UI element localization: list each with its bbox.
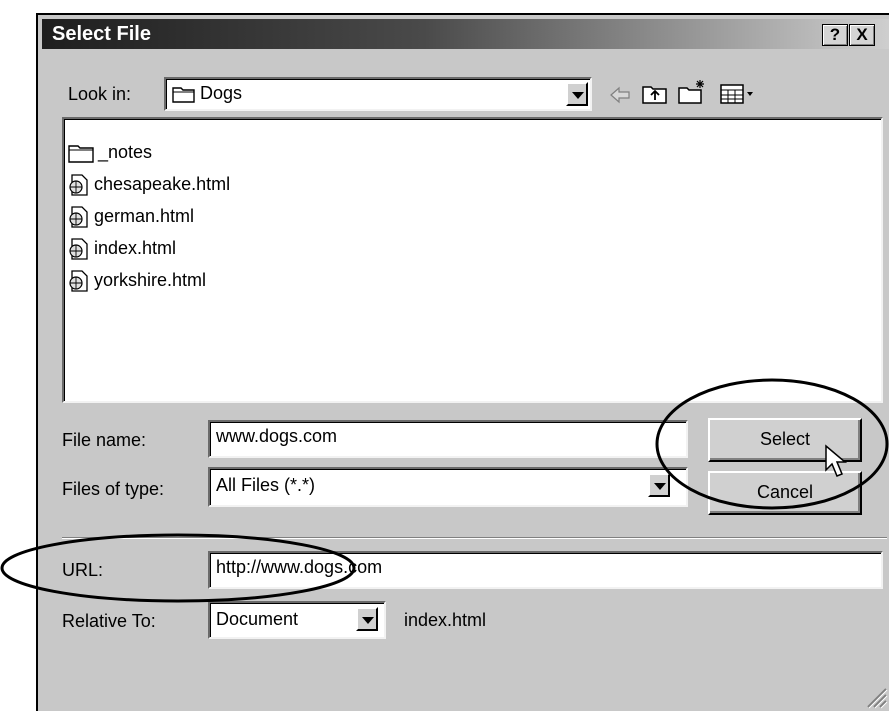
html-file-icon [69,270,88,292]
file-name: _notes [98,142,153,162]
select-file-dialog: Select File ? X Look in: Dogs _notes che… [36,13,889,711]
file-name-input[interactable]: www.dogs.com [208,420,688,458]
up-folder-icon[interactable] [642,83,668,105]
html-file-icon [69,174,88,196]
relative-to-dropdown-arrow[interactable] [356,607,378,631]
list-item[interactable]: _notes [68,139,152,165]
title-bar[interactable]: Select File ? X [42,19,889,49]
new-folder-icon[interactable] [678,79,708,105]
dialog-title: Select File [52,23,151,45]
file-name-label: File name: [62,430,147,450]
file-type-label: Files of type: [62,479,165,499]
url-label: URL: [62,560,104,580]
folder-icon [172,87,195,103]
look-in-value: Dogs [200,83,243,103]
list-item[interactable]: index.html [68,235,176,261]
file-name: german.html [94,206,195,226]
url-value: http://www.dogs.com [216,557,383,577]
html-file-icon [69,206,88,228]
file-name-value: www.dogs.com [216,426,338,446]
resize-grip-icon[interactable] [860,681,888,709]
help-button[interactable]: ? [822,24,848,46]
close-button[interactable]: X [849,24,875,46]
view-menu-icon[interactable] [720,83,756,105]
relative-to-value: Document [216,609,299,629]
html-file-icon [69,238,88,260]
relative-to-label: Relative To: [62,611,156,631]
list-item[interactable]: chesapeake.html [68,171,230,197]
url-input[interactable]: http://www.dogs.com [208,551,883,589]
look-in-label: Look in: [68,84,132,104]
back-arrow-icon[interactable] [608,85,632,105]
file-name: yorkshire.html [94,270,207,290]
file-type-value: All Files (*.*) [216,475,316,495]
file-type-select[interactable]: All Files (*.*) [208,467,688,507]
folder-icon [68,145,94,163]
file-type-dropdown-arrow[interactable] [648,473,670,497]
list-item[interactable]: yorkshire.html [68,267,206,293]
select-button[interactable]: Select [708,418,862,462]
file-list[interactable]: _notes chesapeake.html german.html index… [62,117,883,403]
file-name: chesapeake.html [94,174,231,194]
list-item[interactable]: german.html [68,203,194,229]
look-in-dropdown-arrow[interactable] [566,82,588,106]
relative-to-file: index.html [404,610,487,630]
divider [62,537,887,539]
cancel-button[interactable]: Cancel [708,471,862,515]
file-name: index.html [94,238,177,258]
look-in-select[interactable]: Dogs [164,77,592,111]
